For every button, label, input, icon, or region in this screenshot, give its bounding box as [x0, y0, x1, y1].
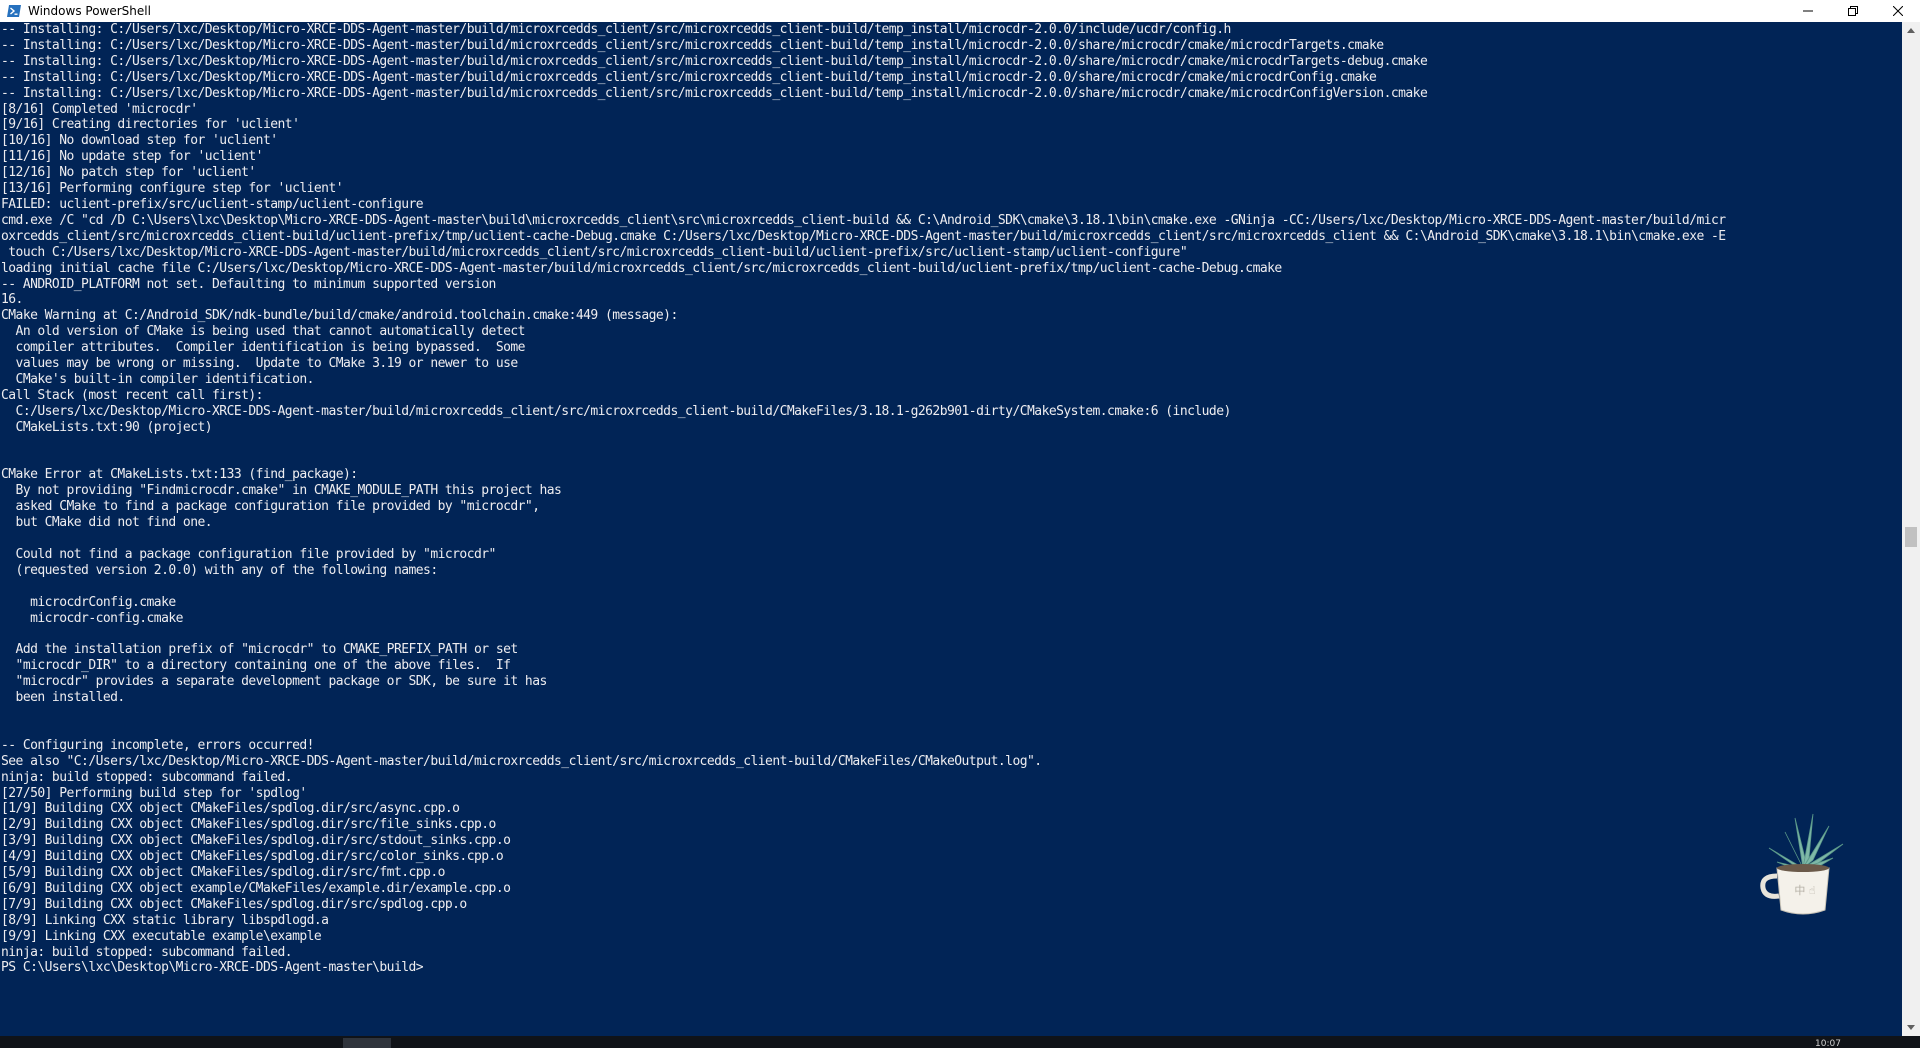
console-line: [4/9] Building CXX object CMakeFiles/spd… — [1, 849, 504, 865]
taskbar-strip: 10:07 — [0, 1036, 1920, 1048]
console-line: touch C:/Users/lxc/Desktop/Micro-XRCE-DD… — [1, 244, 1188, 260]
window-title: Windows PowerShell — [28, 4, 151, 18]
close-icon — [1892, 6, 1903, 16]
console-line: loading initial cache file C:/Users/lxc/… — [1, 260, 1282, 276]
restore-button[interactable] — [1830, 0, 1875, 22]
minimize-button[interactable] — [1785, 0, 1830, 22]
console-line: Could not find a package configuration f… — [1, 546, 497, 562]
console-line: CMake Warning at C:/Android_SDK/ndk-bund… — [1, 308, 678, 324]
console-line: but CMake did not find one. — [1, 515, 213, 531]
console-line: [12/16] No patch step for 'uclient' — [1, 165, 256, 181]
console-line: [5/9] Building CXX object CMakeFiles/spd… — [1, 865, 445, 881]
console-line: "microcdr" provides a separate developme… — [1, 674, 548, 690]
console-line: oxrcedds_client/src/microxrcedds_client-… — [1, 228, 1726, 244]
console-line: -- ANDROID_PLATFORM not set. Defaulting … — [1, 276, 496, 292]
powershell-window: Windows PowerShell -- Installing: C:/Use… — [0, 0, 1920, 1048]
console-line: -- Installing: C:/Users/lxc/Desktop/Micr… — [1, 37, 1384, 53]
close-button[interactable] — [1875, 0, 1920, 22]
console-line: -- Installing: C:/Users/lxc/Desktop/Micr… — [1, 69, 1377, 85]
console-line: asked CMake to find a package configurat… — [1, 499, 540, 515]
console-line: "microcdr_DIR" to a directory containing… — [1, 658, 511, 674]
console-line: microcdr-config.cmake — [1, 610, 183, 626]
console-line: ninja: build stopped: subcommand failed. — [1, 769, 293, 785]
restore-icon — [1847, 6, 1858, 16]
console-line: been installed. — [1, 690, 126, 706]
console-line: -- Configuring incomplete, errors occurr… — [1, 737, 314, 753]
console-output[interactable]: -- Installing: C:/Users/lxc/Desktop/Micr… — [0, 22, 1902, 1036]
console-line: [11/16] No update step for 'uclient' — [1, 149, 264, 165]
console-line: PS C:\Users\lxc\Desktop\Micro-XRCE-DDS-A… — [1, 960, 424, 976]
console-line: [7/9] Building CXX object CMakeFiles/spd… — [1, 896, 467, 912]
console-line: [13/16] Performing configure step for 'u… — [1, 181, 344, 197]
console-line: [3/9] Building CXX object CMakeFiles/spd… — [1, 833, 511, 849]
console-line: (requested version 2.0.0) with any of th… — [1, 562, 439, 578]
powershell-icon — [6, 3, 22, 19]
scroll-up-icon[interactable] — [1902, 22, 1920, 39]
window-controls — [1785, 0, 1920, 22]
console-line: compiler attributes. Compiler identifica… — [1, 340, 526, 356]
console-line: values may be wrong or missing. Update t… — [1, 356, 519, 372]
vertical-scrollbar[interactable] — [1902, 22, 1920, 1036]
console-line: Add the installation prefix of "microcdr… — [1, 642, 519, 658]
console-line: [8/16] Completed 'microcdr' — [1, 101, 198, 117]
console-line: CMake Error at CMakeLists.txt:133 (find_… — [1, 467, 358, 483]
console-line: C:/Users/lxc/Desktop/Micro-XRCE-DDS-Agen… — [1, 403, 1232, 419]
minimize-icon — [1802, 10, 1813, 12]
console-line: 16. — [1, 292, 23, 308]
console-line: Call Stack (most recent call first): — [1, 387, 264, 403]
scroll-down-icon[interactable] — [1902, 1019, 1920, 1036]
console-line: -- Installing: C:/Users/lxc/Desktop/Micr… — [1, 53, 1428, 69]
console-line: By not providing "Findmicrocdr.cmake" in… — [1, 483, 562, 499]
console-text: -- Installing: C:/Users/lxc/Desktop/Micr… — [0, 22, 1902, 976]
console-line: ninja: build stopped: subcommand failed. — [1, 944, 293, 960]
console-line: [9/9] Linking CXX executable example\exa… — [1, 928, 322, 944]
console-line: [2/9] Building CXX object CMakeFiles/spd… — [1, 817, 496, 833]
scrollbar-thumb[interactable] — [1905, 527, 1917, 547]
console-line: CMake's built-in compiler identification… — [1, 371, 315, 387]
title-bar[interactable]: Windows PowerShell — [0, 0, 1920, 22]
console-line: [6/9] Building CXX object example/CMakeF… — [1, 880, 511, 896]
console-line: -- Installing: C:/Users/lxc/Desktop/Micr… — [1, 85, 1428, 101]
console-line: -- Installing: C:/Users/lxc/Desktop/Micr… — [1, 22, 1231, 37]
console-line: CMakeLists.txt:90 (project) — [1, 419, 213, 435]
console-line: FAILED: uclient-prefix/src/uclient-stamp… — [1, 196, 424, 212]
widget-label: 中 ☝ — [1794, 884, 1816, 897]
console-line: [10/16] No download step for 'uclient' — [1, 133, 278, 149]
console-line: cmd.exe /C "cd /D C:\Users\lxc\Desktop\M… — [1, 212, 1726, 228]
taskbar-clock: 10:07 — [1815, 1039, 1841, 1048]
potted-plant-cup-icon — [1760, 813, 1844, 915]
taskbar-app-button[interactable] — [343, 1038, 391, 1048]
console-line: [1/9] Building CXX object CMakeFiles/spd… — [1, 801, 460, 817]
console-line: [8/9] Linking CXX static library libspdl… — [1, 912, 329, 928]
desktop-widget-plant-cup[interactable]: 中 ☝ — [1755, 810, 1851, 920]
console-line: [27/50] Performing build step for 'spdlo… — [1, 785, 307, 801]
console-line: See also "C:/Users/lxc/Desktop/Micro-XRC… — [1, 753, 1042, 769]
console-line: microcdrConfig.cmake — [1, 594, 176, 610]
console-line: [9/16] Creating directories for 'uclient… — [1, 117, 300, 133]
console-line: An old version of CMake is being used th… — [1, 324, 526, 340]
